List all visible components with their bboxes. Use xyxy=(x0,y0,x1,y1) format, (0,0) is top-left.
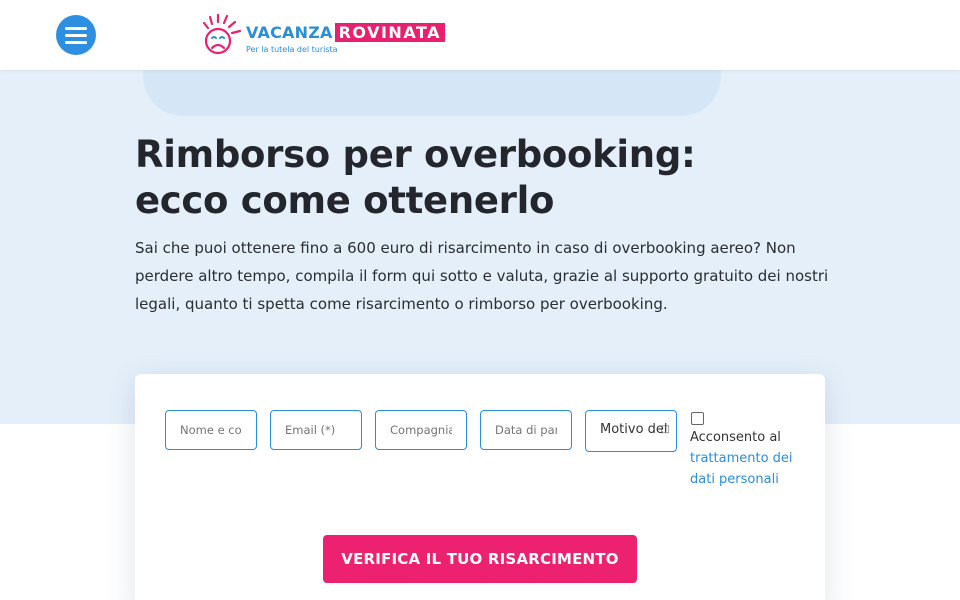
page-title: Rimborso per overbooking: ecco come otte… xyxy=(135,133,696,222)
airline-input[interactable] xyxy=(375,410,467,450)
reason-textarea[interactable]: Motivo del ◫ xyxy=(585,410,677,452)
site-logo[interactable]: VACANZA ROVINATA Per la tutela del turist… xyxy=(202,14,446,58)
email-input[interactable] xyxy=(270,410,362,450)
departure-date-input[interactable] xyxy=(480,410,572,450)
privacy-consent: Acconsento al trattamento dei dati perso… xyxy=(690,412,810,490)
hamburger-menu-button[interactable] xyxy=(56,15,96,55)
sad-face-logo-icon xyxy=(202,14,242,55)
consent-checkbox[interactable] xyxy=(691,412,704,425)
consent-label: Acconsento al xyxy=(690,430,781,445)
reason-placeholder: Motivo del xyxy=(600,422,668,437)
logo-wordmark: VACANZA ROVINATA xyxy=(246,23,446,42)
logo-tagline: Per la tutela del turista xyxy=(246,45,338,54)
textarea-resize-icon[interactable]: ◫ xyxy=(661,424,670,436)
intro-paragraph: Sai che puoi ottenere fino a 600 euro di… xyxy=(135,239,829,313)
privacy-policy-link[interactable]: trattamento dei dati personali xyxy=(690,448,810,490)
claim-form: Motivo del ◫ Acconsento al trattamento d… xyxy=(135,374,825,600)
site-header: VACANZA ROVINATA Per la tutela del turist… xyxy=(0,0,960,70)
hero-decorative-shape xyxy=(143,70,721,116)
name-input[interactable] xyxy=(165,410,257,450)
hamburger-menu-icon xyxy=(65,26,87,30)
verify-claim-button[interactable]: VERIFICA IL TUO RISARCIMENTO xyxy=(323,535,637,583)
